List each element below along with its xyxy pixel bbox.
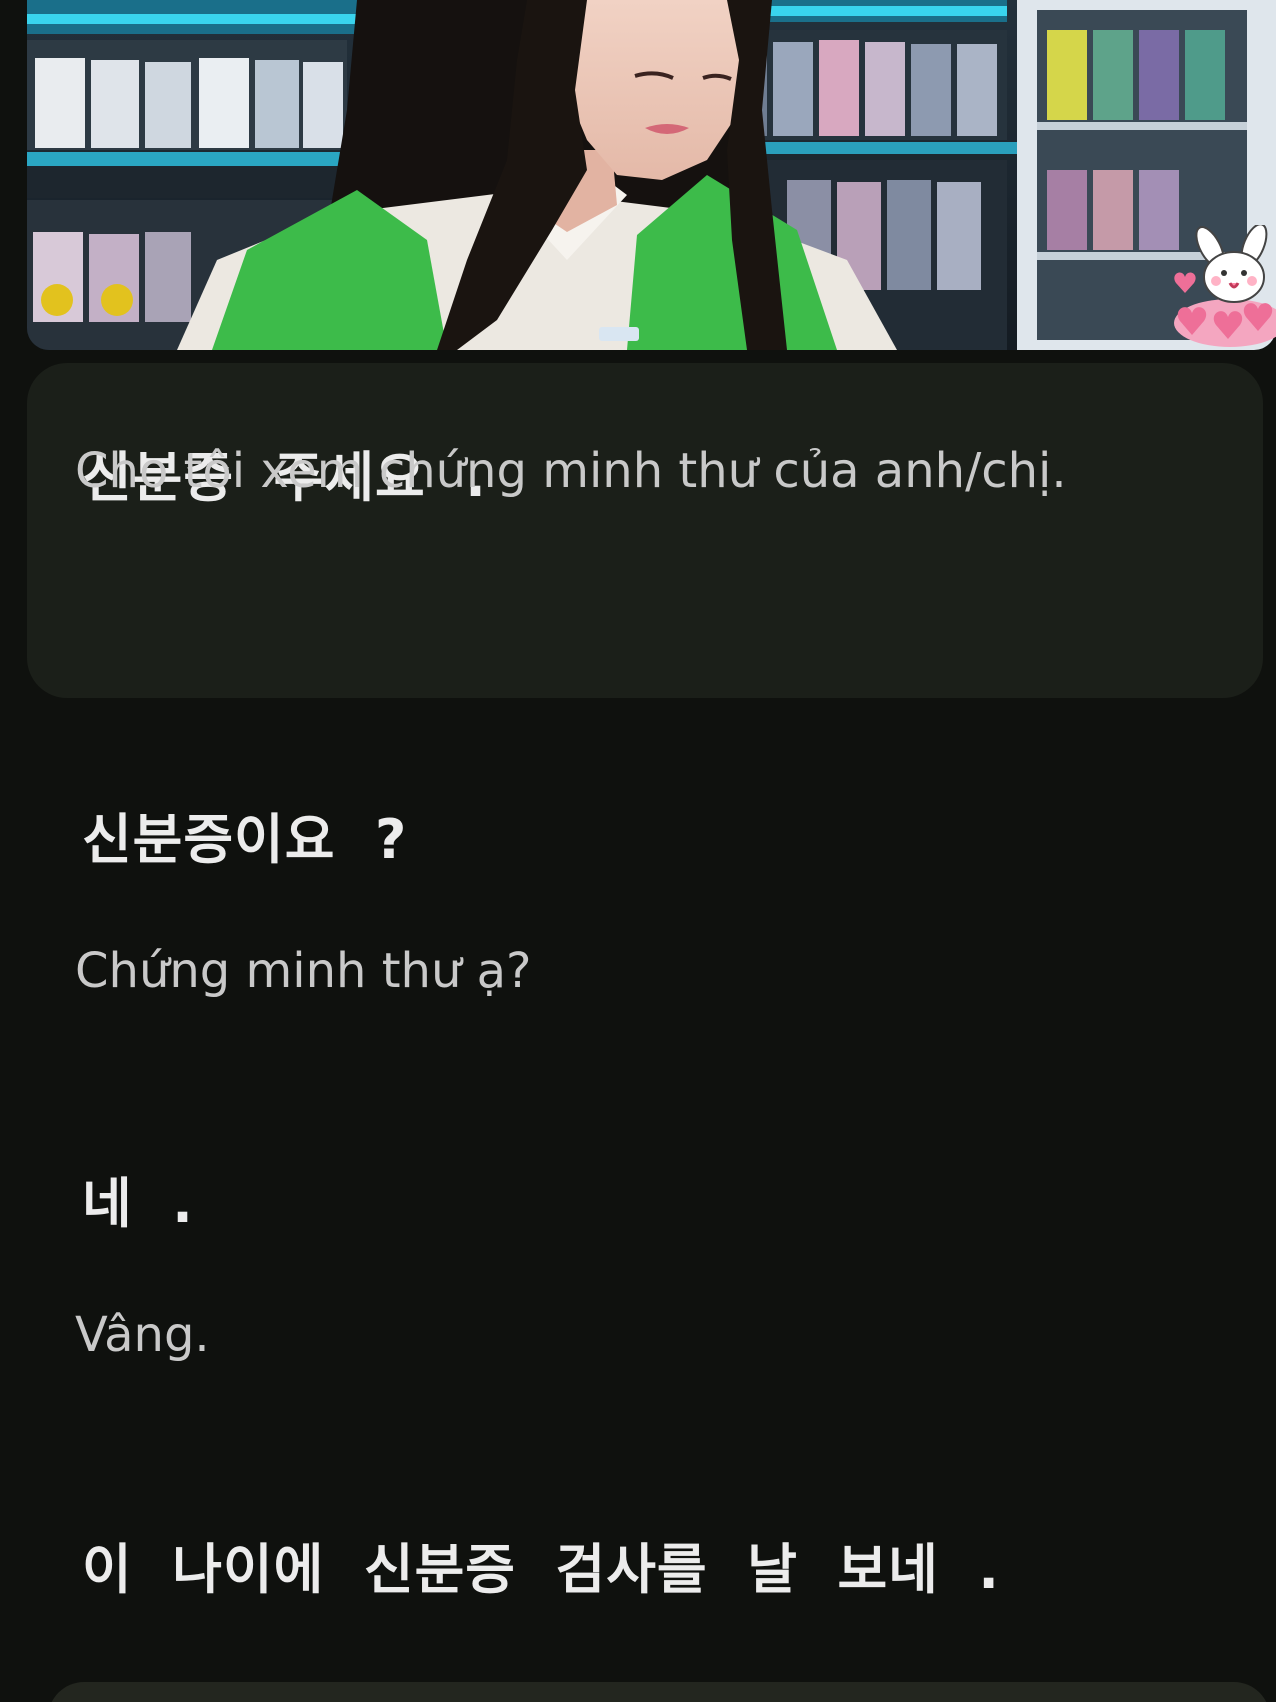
korean-line-text: 네 . bbox=[82, 1172, 194, 1235]
app-screen: 신분증 주세요 . Cho tôi xem chứng minh thư của… bbox=[0, 0, 1276, 1702]
bunny-hearts-sticker-icon bbox=[1174, 225, 1276, 347]
korean-line-text: 이 나이에 신분증 검사를 날 보네 . bbox=[82, 1538, 1000, 1601]
subtitle-line[interactable]: 이 나이에 신분증 검사를 날 보네 . bbox=[27, 1422, 1263, 1702]
vietnamese-translation-text: Chứng minh thư ạ? bbox=[75, 943, 532, 999]
subtitle-line-active[interactable]: 신분증 주세요 . Cho tôi xem chứng minh thư của… bbox=[27, 363, 1263, 698]
subtitle-line[interactable]: 네 . Vâng. bbox=[27, 1060, 1263, 1422]
vietnamese-translation-text: Vâng. bbox=[75, 1307, 210, 1363]
bottom-sheet-handle[interactable] bbox=[48, 1682, 1270, 1702]
video-frame-image bbox=[27, 0, 1276, 350]
video-player[interactable] bbox=[27, 0, 1276, 350]
korean-line-text: 신분증이요 ? bbox=[82, 808, 408, 871]
subtitle-line[interactable]: 신분증이요 ? Chứng minh thư ạ? bbox=[27, 698, 1263, 1060]
vietnamese-translation-text: Cho tôi xem chứng minh thư của anh/chị. bbox=[75, 443, 1067, 499]
